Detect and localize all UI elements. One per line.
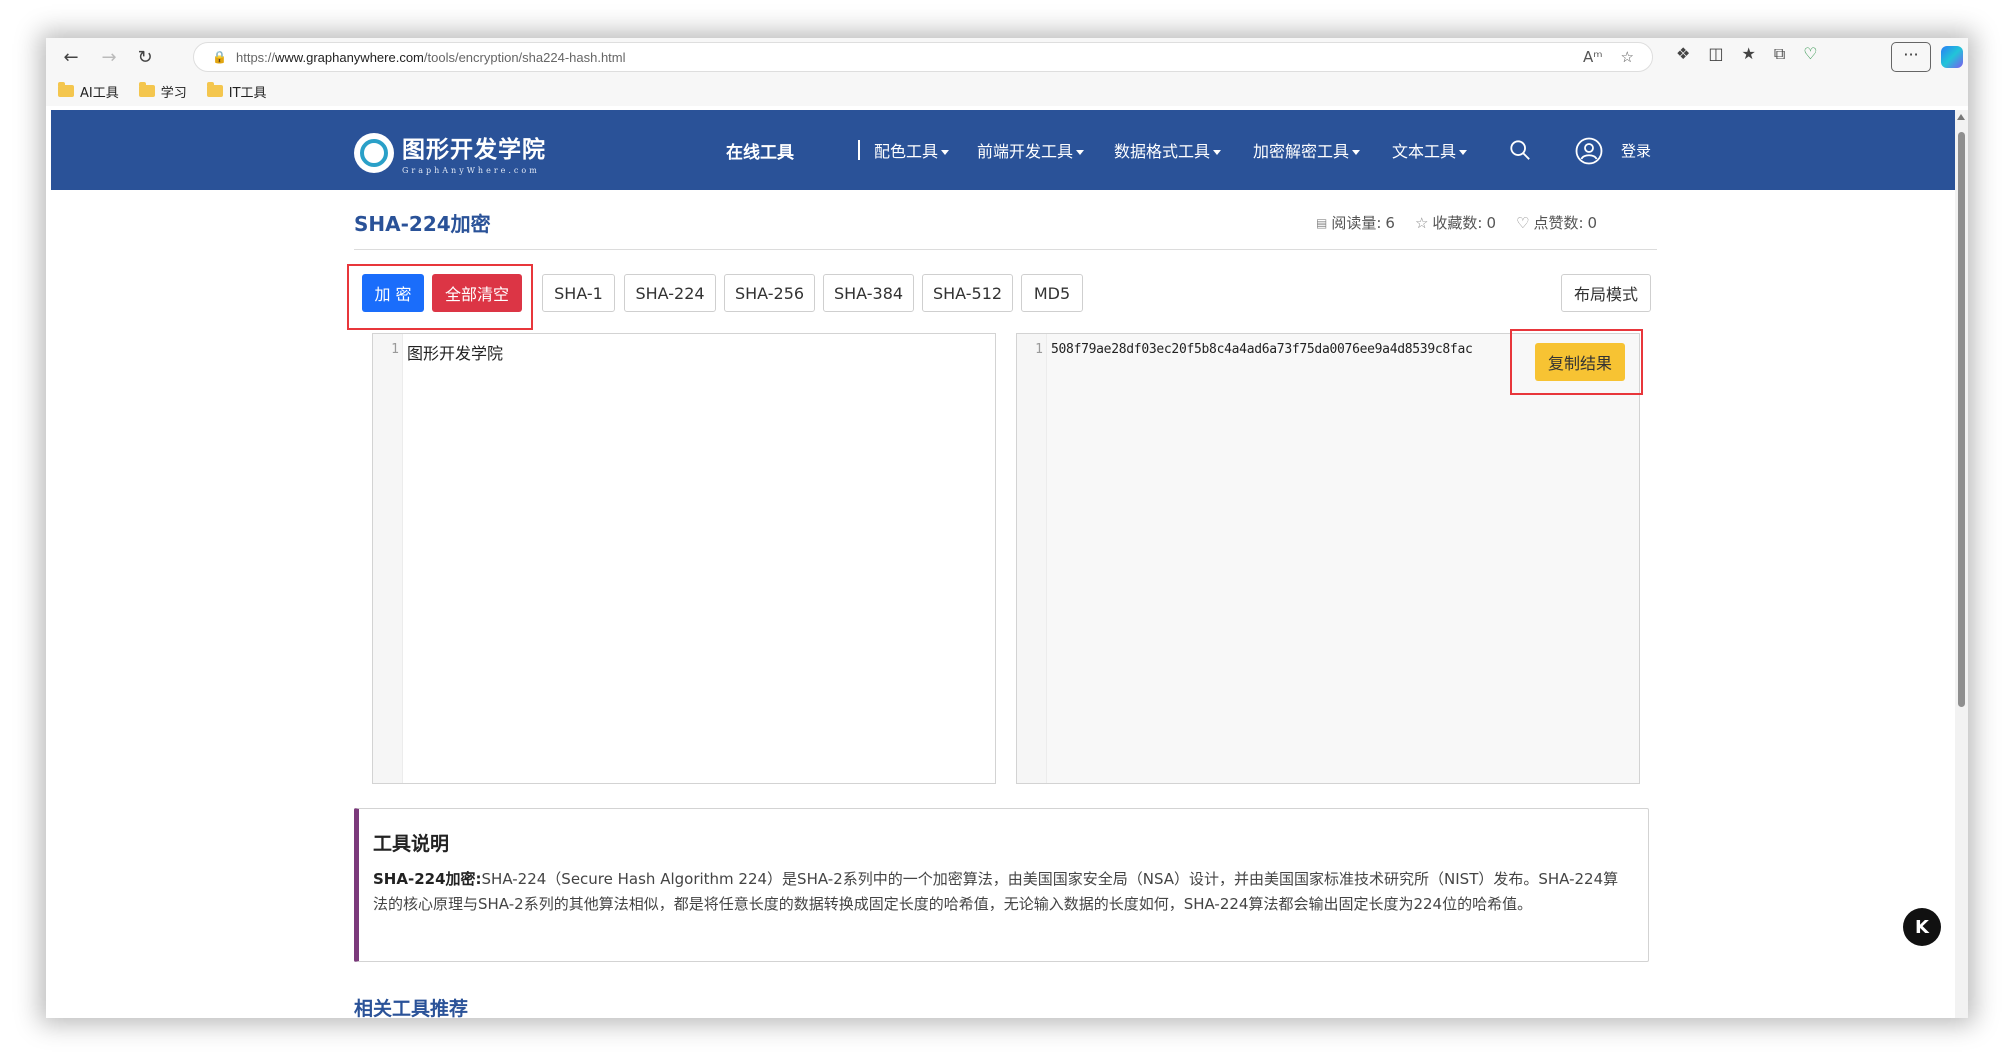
caret-down-icon — [1459, 150, 1468, 155]
hash-output[interactable]: 508f79ae28df03ec20f5b8c4a4ad6a73f75da007… — [1051, 342, 1473, 357]
md5-button[interactable]: MD5 — [1021, 274, 1083, 312]
settings-more-button[interactable]: ··· — [1891, 42, 1931, 72]
sha384-button[interactable]: SHA-384 — [823, 274, 914, 312]
login-link[interactable]: 登录 — [1621, 140, 1651, 161]
page-stats: ▤ 阅读量: 6 ☆ 收藏数: 0 ♡ 点赞数: 0 — [1316, 212, 1597, 233]
site-info-icon[interactable]: 🔒 — [212, 50, 227, 64]
line-gutter — [373, 334, 403, 783]
nav-online-tools[interactable]: 在线工具 — [726, 138, 794, 163]
line-number: 1 — [1035, 342, 1043, 357]
likes-stat[interactable]: ♡ 点赞数: 0 — [1516, 212, 1597, 233]
browser-window: ← → ↻ 🔒 https://www.graphanywhere.com/to… — [46, 38, 1968, 1018]
input-editor[interactable]: 1 图形开发学院 — [372, 333, 996, 784]
sha1-button[interactable]: SHA-1 — [542, 274, 615, 312]
caret-down-icon — [941, 150, 950, 155]
refresh-icon[interactable]: ↻ — [132, 44, 158, 70]
caret-down-icon — [1076, 150, 1085, 155]
encrypt-button[interactable]: 加 密 — [362, 274, 424, 312]
favorites-icon[interactable]: ★ — [1741, 44, 1755, 64]
address-bar[interactable]: 🔒 https://www.graphanywhere.com/tools/en… — [193, 42, 1653, 72]
forward-icon[interactable]: → — [96, 44, 122, 70]
sha224-button[interactable]: SHA-224 — [624, 274, 716, 312]
folder-icon — [138, 82, 155, 97]
logo-subtitle: GraphAnyWhere.com — [402, 166, 540, 175]
copy-result-button[interactable]: 复制结果 — [1535, 343, 1625, 381]
bookmark-ai-tools[interactable]: AI工具 — [58, 82, 119, 101]
performance-icon[interactable]: ♡ — [1803, 44, 1817, 64]
line-gutter — [1017, 334, 1047, 783]
floating-k-icon[interactable]: K — [1903, 908, 1941, 946]
book-icon: ▤ — [1316, 215, 1328, 230]
related-tools-heading: 相关工具推荐 — [354, 998, 469, 1018]
bookmark-study[interactable]: 学习 — [138, 82, 187, 101]
nav-data-format-tools[interactable]: 数据格式工具 — [1114, 138, 1222, 162]
site-navbar: 图形开发学院 GraphAnyWhere.com 在线工具 配色工具 前端开发工… — [51, 110, 1955, 190]
site-logo[interactable]: 图形开发学院 GraphAnyWhere.com — [354, 130, 546, 175]
page-viewport: 图形开发学院 GraphAnyWhere.com 在线工具 配色工具 前端开发工… — [51, 110, 1955, 1018]
page-title: SHA-224加密 — [354, 212, 491, 236]
favorite-star-icon[interactable]: ☆ — [1621, 48, 1634, 66]
bookmark-it-tools[interactable]: IT工具 — [206, 82, 267, 101]
bookmark-label: IT工具 — [228, 85, 267, 101]
layout-mode-button[interactable]: 布局模式 — [1561, 274, 1651, 312]
nav-divider — [858, 140, 860, 160]
browser-toolbar: ← → ↻ 🔒 https://www.graphanywhere.com/to… — [46, 38, 1968, 76]
folder-icon — [206, 82, 223, 97]
description-text: SHA-224加密:SHA-224（Secure Hash Algorithm … — [373, 870, 1619, 913]
back-icon[interactable]: ← — [58, 44, 84, 70]
clear-all-button[interactable]: 全部清空 — [432, 274, 522, 312]
description-heading: 工具说明 — [373, 833, 450, 855]
output-editor[interactable]: 1 508f79ae28df03ec20f5b8c4a4ad6a73f75da0… — [1016, 333, 1640, 784]
collections-icon[interactable]: ⧉ — [1774, 44, 1785, 64]
logo-icon — [354, 132, 394, 173]
favorites-stat[interactable]: ☆ 收藏数: 0 — [1415, 212, 1496, 233]
bookmarks-bar: AI工具 学习 IT工具 — [46, 76, 1968, 106]
tool-description: 工具说明 SHA-224加密:SHA-224（Secure Hash Algor… — [354, 808, 1649, 962]
star-icon: ☆ — [1414, 213, 1429, 232]
split-screen-icon[interactable]: ◫ — [1708, 44, 1723, 64]
read-aloud-icon[interactable]: Aᵐ — [1583, 48, 1603, 66]
nav-frontend-tools[interactable]: 前端开发工具 — [977, 138, 1085, 162]
input-text[interactable]: 图形开发学院 — [407, 340, 503, 364]
nav-color-tools[interactable]: 配色工具 — [874, 138, 950, 162]
nav-text-tools[interactable]: 文本工具 — [1392, 138, 1468, 162]
search-icon[interactable] — [1509, 139, 1531, 161]
bookmark-label: AI工具 — [80, 85, 119, 101]
line-number: 1 — [391, 342, 399, 357]
sha512-button[interactable]: SHA-512 — [922, 274, 1013, 312]
folder-icon — [58, 82, 74, 97]
scroll-up-icon[interactable] — [1957, 114, 1965, 120]
url-text[interactable]: https://www.graphanywhere.com/tools/encr… — [236, 50, 626, 65]
extensions-icon[interactable]: ❖ — [1676, 44, 1690, 64]
sha256-button[interactable]: SHA-256 — [724, 274, 815, 312]
bookmark-label: 学习 — [160, 85, 187, 101]
page-scrollbar[interactable] — [1955, 110, 1968, 1018]
title-divider — [354, 249, 1657, 250]
caret-down-icon — [1213, 150, 1222, 155]
user-icon[interactable] — [1575, 137, 1603, 165]
copilot-icon[interactable] — [1941, 46, 1963, 68]
scrollbar-thumb[interactable] — [1958, 132, 1965, 707]
reads-stat: ▤ 阅读量: 6 — [1316, 213, 1395, 233]
heart-icon: ♡ — [1516, 213, 1530, 232]
caret-down-icon — [1352, 150, 1361, 155]
nav-crypto-tools[interactable]: 加密解密工具 — [1253, 138, 1361, 162]
logo-title: 图形开发学院 — [402, 137, 546, 163]
